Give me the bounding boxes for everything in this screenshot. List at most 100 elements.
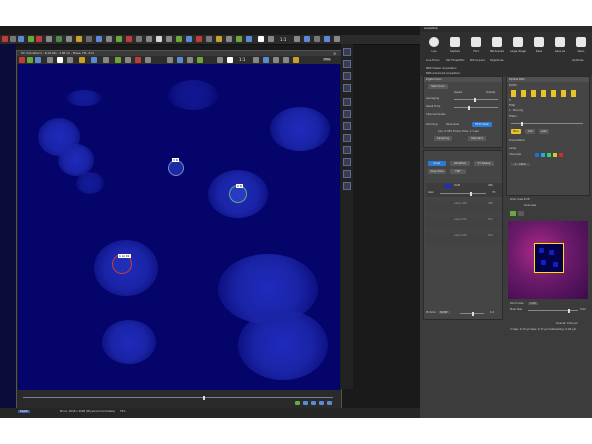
filter-cube[interactable]: [561, 90, 566, 97]
channel-color-chip[interactable]: [547, 153, 551, 157]
timeline-slider[interactable]: [23, 395, 333, 400]
toolbar-icon[interactable]: [216, 36, 222, 42]
tool-button[interactable]: [343, 110, 351, 118]
save-pixel-button[interactable]: Save Pixel: [428, 169, 446, 174]
toolbar-icon[interactable]: [46, 36, 52, 42]
tool-icon[interactable]: [115, 57, 121, 63]
tool-button[interactable]: [343, 84, 351, 92]
toolbar-icon[interactable]: [76, 36, 82, 42]
tool-button[interactable]: [343, 48, 351, 56]
toolbar-icon[interactable]: [304, 36, 310, 42]
toolbar-icon[interactable]: [156, 36, 162, 42]
start-scan-button[interactable]: Start Scan: [428, 84, 448, 89]
gain-slider[interactable]: [440, 191, 486, 196]
filter-cube[interactable]: [571, 90, 576, 97]
tool-icon[interactable]: [91, 57, 97, 63]
tool-icon[interactable]: [79, 57, 85, 63]
row2-item[interactable]: Set Time/Attrs: [446, 59, 465, 62]
toolbar-icon[interactable]: [268, 36, 274, 42]
slider-knob[interactable]: [470, 191, 472, 196]
zoom-panorama[interactable]: Panorama: [446, 123, 459, 126]
tool-button[interactable]: [343, 60, 351, 68]
tool-icon[interactable]: [283, 57, 289, 63]
zoom-fit-field[interactable]: FitPa: [323, 58, 332, 61]
filter-cube[interactable]: [551, 90, 556, 97]
save-button[interactable]: Save: [529, 34, 549, 56]
toolbar-icon[interactable]: [246, 36, 252, 42]
find-button[interactable]: Find: [466, 34, 486, 56]
channel-icon[interactable]: [27, 57, 33, 63]
large-image-button[interactable]: Large Image: [508, 34, 528, 56]
channel-icon[interactable]: [35, 57, 41, 63]
toolbar-icon[interactable]: [2, 36, 8, 42]
auto-button[interactable]: Auto: [539, 129, 549, 134]
toolbar-icon[interactable]: [126, 36, 132, 42]
toolbar-icon[interactable]: [10, 36, 16, 42]
toolbar-icon[interactable]: [116, 36, 122, 42]
toolbar-icon[interactable]: [106, 36, 112, 42]
zoom-size-value[interactable]: 2.00: [528, 302, 538, 305]
overview-image[interactable]: [508, 221, 588, 299]
slider-knob[interactable]: [468, 105, 470, 110]
save-as-button[interactable]: Save As: [550, 34, 570, 56]
tool-icon[interactable]: [263, 57, 269, 63]
channel-icon[interactable]: [19, 57, 25, 63]
toolbar-icon[interactable]: [86, 36, 92, 42]
channel-color-chip[interactable]: [541, 153, 545, 157]
window-zoom-ratio[interactable]: 1:1: [239, 57, 245, 62]
tool-icon[interactable]: [227, 57, 233, 63]
filter-cube[interactable]: [531, 90, 536, 97]
fit-to-view-button[interactable]: Fit to View: [472, 122, 492, 127]
tool-icon[interactable]: [57, 57, 63, 63]
channel-row[interactable]: Alexa 640 640: [426, 233, 502, 245]
channel-color-chip[interactable]: [559, 153, 563, 157]
toolbar-icon[interactable]: [258, 36, 264, 42]
slider-knob[interactable]: [521, 121, 523, 126]
toolbar-icon[interactable]: [136, 36, 142, 42]
toolbar-icon[interactable]: [314, 36, 320, 42]
widefield-button[interactable]: Widefield: [450, 161, 470, 166]
scan-area-box[interactable]: [534, 243, 564, 273]
toolbar-icon[interactable]: [196, 36, 202, 42]
row3-item[interactable]: NDS Advanced Acquisition: [426, 72, 460, 75]
tool-icon[interactable]: [47, 57, 53, 63]
bino-button[interactable]: Bino: [511, 129, 521, 134]
tool-button[interactable]: [343, 146, 351, 154]
channel-row[interactable]: DAPI 405 Gain 70: [426, 183, 502, 197]
tool-button[interactable]: [343, 134, 351, 142]
port-100-button[interactable]: 100: [525, 129, 535, 134]
tool-icon[interactable]: [177, 57, 183, 63]
optimize-button[interactable]: Optimize: [572, 59, 584, 62]
tool-icon[interactable]: [67, 57, 73, 63]
tool-icon[interactable]: [273, 57, 279, 63]
slider-knob[interactable]: [472, 311, 474, 316]
capture-button[interactable]: Capture: [445, 34, 465, 56]
row2-item[interactable]: Live Focus: [426, 59, 440, 62]
tool-icon[interactable]: [197, 57, 203, 63]
timeline-knob[interactable]: [203, 395, 205, 400]
inner-button[interactable]: Inner: [428, 161, 446, 166]
roi-circle[interactable]: [168, 160, 184, 176]
slider-knob[interactable]: [474, 97, 476, 102]
toolbar-icon[interactable]: [226, 36, 232, 42]
sampling-button[interactable]: Sampling: [434, 136, 452, 141]
channel-color-chip[interactable]: [535, 153, 539, 157]
toolbar-icon[interactable]: [36, 36, 42, 42]
channel-row[interactable]: Alexa 488 488: [426, 201, 502, 213]
filter-cube[interactable]: [521, 90, 526, 97]
toolbar-icon[interactable]: [186, 36, 192, 42]
lut-button[interactable]: TIRF: [450, 169, 466, 174]
tool-button[interactable]: [343, 158, 351, 166]
tool-icon[interactable]: [167, 57, 173, 63]
toolbar-icon[interactable]: [334, 36, 340, 42]
tool-icon[interactable]: [253, 57, 259, 63]
tool-button[interactable]: [343, 170, 351, 178]
tool-icon[interactable]: [187, 57, 193, 63]
nav-icon[interactable]: [327, 401, 332, 405]
toolbar-icon[interactable]: [28, 36, 34, 42]
toolbar-icon[interactable]: [206, 36, 212, 42]
xy-sweep-button[interactable]: XY Sweep: [474, 161, 494, 166]
play-icon[interactable]: [295, 401, 300, 405]
frame-navigation-bar[interactable]: [17, 390, 341, 408]
toolbar-icon[interactable]: [146, 36, 152, 42]
